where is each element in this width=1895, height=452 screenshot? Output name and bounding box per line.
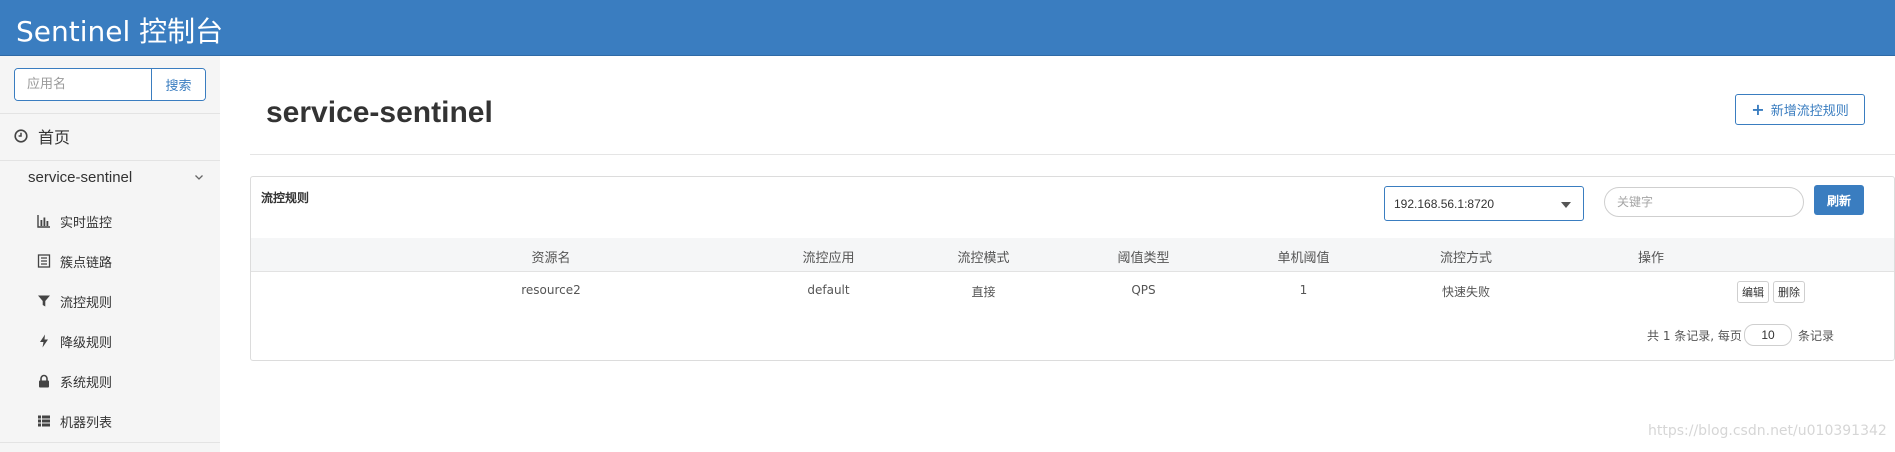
sidebar-app-toggle[interactable]: service-sentinel bbox=[28, 166, 206, 188]
sidebar-item-label: 实时监控 bbox=[60, 215, 113, 231]
page-size-input[interactable] bbox=[1744, 324, 1792, 346]
sidebar-divider bbox=[0, 160, 220, 161]
sidebar-item-label: 机器列表 bbox=[60, 415, 113, 431]
flow-rules-panel: 流控规则 192.168.56.1:8720 刷新 资源名 流控应用 流控模式 … bbox=[250, 176, 1895, 361]
dashboard-icon bbox=[14, 129, 28, 143]
caret-down-icon bbox=[1561, 202, 1571, 208]
sidebar: 搜索 首页 service-sentinel 实时监控 簇点链路 流控规则 bbox=[0, 56, 220, 452]
th-list-icon bbox=[37, 414, 51, 428]
machine-select-value: 192.168.56.1:8720 bbox=[1394, 197, 1495, 211]
delete-button[interactable]: 删除 bbox=[1773, 281, 1805, 303]
sidebar-divider bbox=[0, 113, 220, 114]
top-navbar: Sentinel 控制台 bbox=[0, 0, 1895, 56]
add-flow-rule-label: 新增流控规则 bbox=[1770, 104, 1849, 119]
column-header: 流控应用 bbox=[802, 251, 855, 266]
pager-prefix: 共 1 条记录, 每页 bbox=[1647, 329, 1742, 343]
sidebar-item-label: 系统规则 bbox=[60, 375, 113, 391]
plus-icon: + bbox=[1751, 100, 1765, 119]
cell-grade: QPS bbox=[1131, 283, 1156, 297]
sidebar-item-label: 流控规则 bbox=[60, 295, 113, 311]
flash-icon bbox=[37, 334, 51, 348]
list-alt-icon bbox=[37, 254, 51, 268]
column-header: 操作 bbox=[1637, 251, 1664, 266]
search-button[interactable]: 搜索 bbox=[151, 69, 205, 100]
table-row: resource2 default 直接 QPS 1 快速失败 bbox=[251, 272, 1894, 308]
cell-resource: resource2 bbox=[521, 283, 581, 297]
table-header: 资源名 流控应用 流控模式 阈值类型 单机阈值 流控方式 操作 bbox=[251, 238, 1894, 272]
watermark: https://blog.csdn.net/u010391342 bbox=[1648, 423, 1887, 439]
bar-chart-icon bbox=[37, 214, 51, 228]
edit-button[interactable]: 编辑 bbox=[1737, 281, 1769, 303]
sidebar-app-name: service-sentinel bbox=[28, 168, 133, 186]
chevron-down-icon bbox=[192, 170, 206, 184]
sidebar-item-degrade-rules[interactable]: 降级规则 bbox=[37, 331, 112, 351]
pager-suffix: 条记录 bbox=[1798, 329, 1835, 343]
refresh-button[interactable]: 刷新 bbox=[1814, 185, 1864, 215]
cell-behavior: 快速失败 bbox=[1441, 285, 1490, 299]
column-header: 流控模式 bbox=[957, 251, 1010, 266]
sidebar-item-label: 降级规则 bbox=[60, 335, 113, 351]
sidebar-item-realtime-monitor[interactable]: 实时监控 bbox=[37, 211, 112, 231]
panel-title: 流控规则 bbox=[261, 191, 310, 205]
app-search-group: 搜索 bbox=[14, 68, 206, 101]
page-title: service-sentinel bbox=[266, 96, 493, 129]
cell-count: 1 bbox=[1299, 283, 1308, 297]
cell-mode: 直接 bbox=[971, 285, 996, 299]
filter-icon bbox=[37, 294, 51, 308]
sidebar-item-label: 簇点链路 bbox=[60, 255, 113, 271]
app-search-input[interactable] bbox=[15, 69, 151, 100]
sidebar-item-flow-rules[interactable]: 流控规则 bbox=[37, 291, 112, 311]
main-content: service-sentinel + 新增流控规则 流控规则 192.168.5… bbox=[220, 56, 1895, 452]
sidebar-item-system-rules[interactable]: 系统规则 bbox=[37, 371, 112, 391]
column-header: 单机阈值 bbox=[1277, 251, 1330, 266]
sidebar-divider bbox=[0, 442, 220, 443]
lock-icon bbox=[37, 374, 51, 388]
column-header: 流控方式 bbox=[1439, 251, 1492, 266]
column-header: 资源名 bbox=[531, 251, 571, 266]
title-divider bbox=[250, 154, 1895, 155]
column-header: 阈值类型 bbox=[1117, 251, 1170, 266]
sidebar-item-home[interactable]: 首页 bbox=[14, 124, 70, 148]
keyword-input[interactable] bbox=[1604, 187, 1804, 217]
sidebar-item-cluster-link[interactable]: 簇点链路 bbox=[37, 251, 112, 271]
cell-limit-app: default bbox=[807, 283, 850, 297]
sidebar-item-label: 首页 bbox=[38, 128, 71, 147]
machine-select[interactable]: 192.168.56.1:8720 bbox=[1384, 186, 1584, 221]
app-title[interactable]: Sentinel 控制台 bbox=[16, 10, 223, 50]
add-flow-rule-button[interactable]: + 新增流控规则 bbox=[1735, 94, 1865, 125]
sidebar-item-machine-list[interactable]: 机器列表 bbox=[37, 411, 112, 431]
